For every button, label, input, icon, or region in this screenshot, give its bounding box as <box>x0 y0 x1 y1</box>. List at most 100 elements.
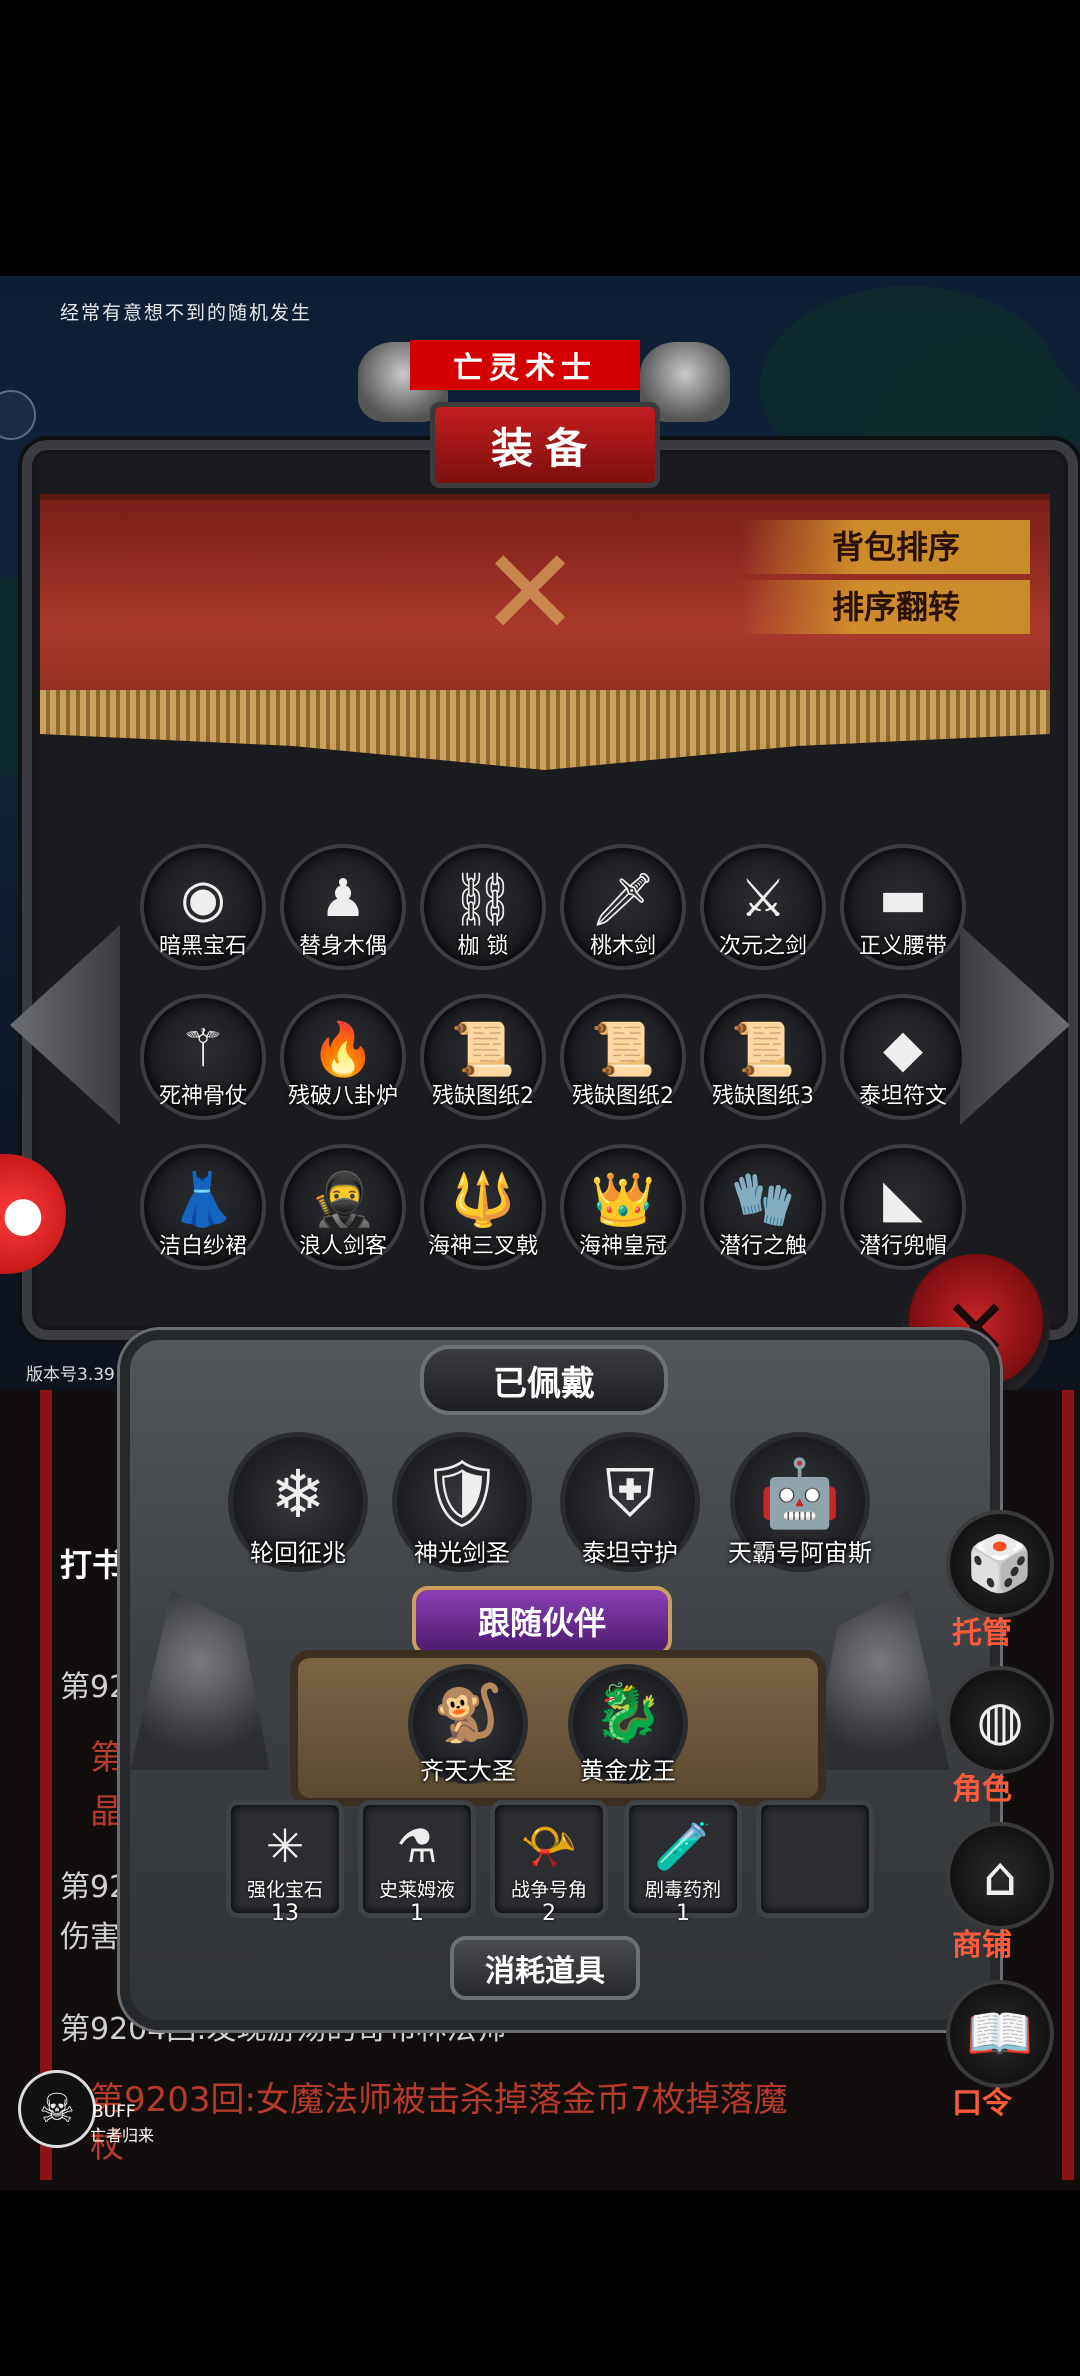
inventory-slot[interactable]: 🗡 桃木剑 <box>560 844 686 970</box>
consumable-quantity: 1 <box>676 1901 690 1926</box>
equipped-slot[interactable]: 🛡 神光剑圣 <box>392 1432 532 1572</box>
inventory-slot[interactable]: ⚔ 次元之剑 <box>700 844 826 970</box>
consumable-label: 史莱姆液 <box>378 1879 455 1901</box>
hooded-figure-icon: ◍ <box>976 1688 1024 1752</box>
inventory-slot[interactable]: 📜 残缺图纸3 <box>700 994 826 1120</box>
companion-label: 黄金龙王 <box>580 1757 676 1785</box>
password-button[interactable]: 📖 <box>946 1980 1054 2088</box>
white-dress-icon: 👗 <box>170 1169 236 1230</box>
poison-potion-icon: 🧪 <box>654 1818 712 1873</box>
log-title: 打书 <box>60 1546 125 1584</box>
equipped-item-label: 天霸号阿宙斯 <box>728 1539 872 1567</box>
buff-skull-icon[interactable]: ☠ <box>18 2070 96 2148</box>
sort-bag-button[interactable]: 背包排序 <box>740 520 1030 574</box>
green-gem-icon: ✳ <box>265 1819 305 1873</box>
log-line: 第9203回:女魔法师被击杀掉落金币7枚掉落魔 <box>90 2080 788 2120</box>
consumable-label: 剧毒药剂 <box>644 1879 721 1901</box>
inventory-item-label: 正义腰带 <box>858 934 947 959</box>
inventory-slot[interactable]: ◣ 潜行兜帽 <box>840 1144 966 1270</box>
scroll-icon: 📜 <box>450 1019 516 1080</box>
consumable-slot[interactable]: 🧪 剧毒药剂 1 <box>624 1800 742 1926</box>
log-line: 晶 <box>90 1792 124 1832</box>
inventory-slot[interactable]: 📜 残缺图纸2 <box>420 994 546 1120</box>
inventory-slot[interactable]: 🧤 潜行之触 <box>700 1144 826 1270</box>
equipped-item-label: 神光剑圣 <box>414 1539 510 1567</box>
consumable-quantity: 2 <box>542 1901 556 1926</box>
inventory-item-label: 残缺图纸3 <box>712 1084 814 1109</box>
class-name-label: 亡灵术士 <box>410 340 640 390</box>
auto-play-button[interactable]: 🎲 <box>946 1510 1054 1618</box>
equipped-slot[interactable]: ⛨ 泰坦守护 <box>560 1432 700 1572</box>
companion-slot[interactable]: 🐉 黄金龙王 <box>568 1664 688 1785</box>
character-label: 角色 <box>952 1772 1012 1807</box>
consumables-title: 消耗道具 <box>450 1936 640 2000</box>
companion-label: 齐天大圣 <box>420 1757 516 1785</box>
sort-reverse-button[interactable]: 排序翻转 <box>740 580 1030 634</box>
person-icon: ● <box>2 1186 44 1242</box>
inventory-slot[interactable]: ♟ 替身木偶 <box>280 844 406 970</box>
inventory-slot[interactable]: ◉ 暗黑宝石 <box>140 844 266 970</box>
consumable-quantity: 13 <box>271 1901 299 1926</box>
inventory-item-label: 残缺图纸2 <box>432 1084 534 1109</box>
inventory-item-label: 死神骨仗 <box>158 1084 247 1109</box>
justice-belt-icon: ▬ <box>878 869 928 929</box>
consumable-slot[interactable]: 📯 战争号角 2 <box>490 1800 608 1926</box>
slime-potion-icon: ⚗ <box>396 1819 438 1873</box>
tip-text: 经常有意想不到的随机发生 <box>60 302 313 324</box>
inventory-slot[interactable]: 📜 残缺图纸2 <box>560 994 686 1120</box>
shop-label: 商铺 <box>952 1928 1012 1963</box>
monkey-king-icon: 🐒 <box>433 1681 503 1746</box>
inventory-slot[interactable]: 🥷 浪人剑客 <box>280 1144 406 1270</box>
shop-icon: ⌂ <box>982 1844 1018 1908</box>
shackles-icon: ⛓ <box>449 869 516 930</box>
consumable-quantity: 1 <box>410 1901 424 1926</box>
empty-consumable-slot[interactable] <box>756 1800 874 1918</box>
inventory-slot[interactable]: ▬ 正义腰带 <box>840 844 966 970</box>
dark-gem-icon: ◉ <box>180 869 226 929</box>
version-label: 版本号3.39 <box>26 1365 115 1385</box>
inventory-slot[interactable]: ⚚ 死神骨仗 <box>140 994 266 1120</box>
scroll-icon: 📜 <box>590 1019 656 1080</box>
crown-icon: 👑 <box>590 1169 656 1230</box>
trident-icon: 🔱 <box>450 1169 516 1230</box>
panel-title: 装备 <box>430 402 660 488</box>
equipped-slot[interactable]: ❄ 轮回征兆 <box>228 1432 368 1572</box>
inventory-item-label: 残破八卦炉 <box>287 1084 398 1109</box>
character-button[interactable]: ◍ <box>946 1666 1054 1774</box>
consumable-label: 强化宝石 <box>246 1879 323 1901</box>
crossed-swords-emblem-icon: ✕ <box>479 523 581 663</box>
ronin-swordsman-icon: 🥷 <box>310 1169 376 1230</box>
inventory-item-label: 残缺图纸2 <box>572 1084 674 1109</box>
stealth-hood-icon: ◣ <box>883 1169 923 1229</box>
inventory-item-label: 枷 锁 <box>457 934 509 959</box>
log-line: 第 <box>90 1738 124 1778</box>
inventory-slot[interactable]: 👑 海神皇冠 <box>560 1144 686 1270</box>
golden-dragon-icon: 🐉 <box>593 1681 663 1746</box>
inventory-item-label: 桃木剑 <box>589 934 656 959</box>
consumable-slot[interactable]: ✳ 强化宝石 13 <box>226 1800 344 1926</box>
auto-play-label: 托管 <box>952 1616 1012 1651</box>
inventory-slot[interactable]: 🔱 海神三叉戟 <box>420 1144 546 1270</box>
equipped-slot[interactable]: 🤖 天霸号阿宙斯 <box>728 1432 872 1572</box>
ice-staff-icon: ❄ <box>270 1455 326 1533</box>
titan-rune-icon: ◆ <box>883 1019 923 1079</box>
death-bone-staff-icon: ⚚ <box>179 1019 227 1079</box>
inventory-slot[interactable]: 🔥 残破八卦炉 <box>280 994 406 1120</box>
inventory-item-label: 暗黑宝石 <box>158 934 247 959</box>
equipped-title: 已佩戴 <box>420 1345 668 1415</box>
inventory-slot[interactable]: ◆ 泰坦符文 <box>840 994 966 1120</box>
buff-sub-label: 亡者归来 <box>90 2126 155 2145</box>
shop-button[interactable]: ⌂ <box>946 1822 1054 1930</box>
inventory-item-label: 洁白纱裙 <box>158 1234 247 1259</box>
companion-title: 跟随伙伴 <box>412 1586 672 1656</box>
consumable-slot[interactable]: ⚗ 史莱姆液 1 <box>358 1800 476 1926</box>
dimension-sword-icon: ⚔ <box>739 869 787 929</box>
companion-slot[interactable]: 🐒 齐天大圣 <box>408 1664 528 1785</box>
log-line: 第92 <box>60 1870 129 1905</box>
inventory-slot[interactable]: 👗 洁白纱裙 <box>140 1144 266 1270</box>
inventory-slot[interactable]: ⛓ 枷 锁 <box>420 844 546 970</box>
broken-furnace-icon: 🔥 <box>310 1019 376 1080</box>
wooden-puppet-icon: ♟ <box>319 869 367 929</box>
mech-armor-icon: 🤖 <box>758 1455 842 1532</box>
inventory-item-label: 泰坦符文 <box>858 1084 947 1109</box>
